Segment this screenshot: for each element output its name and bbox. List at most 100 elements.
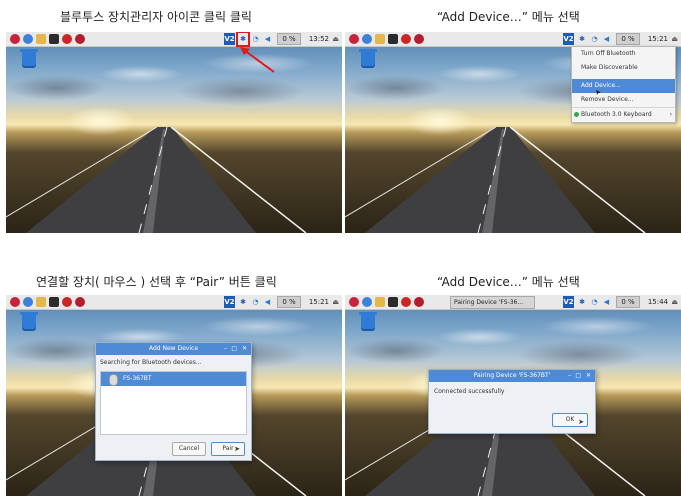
menu-item-bluetooth-3-0-keyboard[interactable]: › Bluetooth 3.0 Keyboard xyxy=(572,107,675,122)
eject-icon[interactable]: ⏏ xyxy=(671,33,678,45)
pair-button[interactable]: Pair ➤ xyxy=(211,442,245,456)
terminal-icon[interactable] xyxy=(388,34,398,44)
wifi-icon[interactable]: ◔ xyxy=(251,296,260,308)
browser-icon[interactable] xyxy=(362,297,372,307)
dialog-title: Pairing Device 'FS-367BT' xyxy=(473,372,551,379)
screenshot-step-1: V2 ✱ ◔ ◀ 0 % 13:52 ⏏ xyxy=(6,32,342,233)
mathematica-icon[interactable] xyxy=(414,297,424,307)
connected-check-icon xyxy=(574,112,579,117)
vnc-icon[interactable]: V2 xyxy=(224,33,235,45)
taskbar: V2 ✱ ◔ ◀ 0 % 15:21 ⏏ xyxy=(6,295,342,310)
close-icon[interactable]: ✕ xyxy=(242,343,247,355)
screenshot-step-2: V2 ✱ ◔ ◀ 0 % 15:21 ⏏ Turn Off Bluetooth Make Di… xyxy=(345,32,681,233)
pointer-arrow xyxy=(240,47,275,73)
wifi-icon[interactable]: ◔ xyxy=(590,296,599,308)
menu-item-label: Turn Off Bluetooth xyxy=(581,50,636,57)
eject-icon[interactable]: ⏏ xyxy=(332,296,339,308)
browser-icon[interactable] xyxy=(362,34,372,44)
wolfram-icon[interactable] xyxy=(401,297,411,307)
trash-icon[interactable] xyxy=(20,312,38,331)
cpu-usage-indicator: 0 % xyxy=(616,33,640,45)
mouse-cursor-icon: ➤ xyxy=(578,418,584,426)
submenu-chevron-icon: › xyxy=(669,111,672,118)
menu-item-label: Make Discoverable xyxy=(581,64,638,71)
folder-icon[interactable] xyxy=(375,297,385,307)
cancel-button[interactable]: Cancel xyxy=(172,442,206,456)
pairing-device-dialog: Pairing Device 'FS-367BT' ✕ □ – Connected su… xyxy=(428,369,596,434)
vnc-icon[interactable]: V2 xyxy=(224,296,235,308)
eject-icon[interactable]: ⏏ xyxy=(332,33,339,45)
eject-icon[interactable]: ⏏ xyxy=(671,296,678,308)
vnc-icon[interactable]: V2 xyxy=(563,296,574,308)
raspberry-menu-icon[interactable] xyxy=(10,297,20,307)
close-icon[interactable]: ✕ xyxy=(586,370,591,382)
raspberry-menu-icon[interactable] xyxy=(349,297,359,307)
bluetooth-highlight-box xyxy=(236,32,250,47)
raspberry-menu-icon[interactable] xyxy=(349,34,359,44)
taskbar: V2 ✱ ◔ ◀ 0 % 13:52 ⏏ xyxy=(6,32,342,47)
bluetooth-menu: Turn Off Bluetooth Make Discoverable Add D… xyxy=(571,46,676,123)
trash-icon[interactable] xyxy=(359,49,377,68)
folder-icon[interactable] xyxy=(36,297,46,307)
menu-item-add-device[interactable]: Add Device... xyxy=(572,79,675,93)
menu-item-label: Bluetooth 3.0 Keyboard xyxy=(581,111,652,118)
device-name: FS-367BT xyxy=(123,375,152,382)
cpu-usage-indicator: 0 % xyxy=(277,296,301,308)
dialog-title-bar: Pairing Device 'FS-367BT' ✕ □ – xyxy=(429,370,595,382)
browser-icon[interactable] xyxy=(23,34,33,44)
clock[interactable]: 15:44 xyxy=(648,296,668,308)
mouse-cursor-icon: ➤ xyxy=(234,445,240,453)
wolfram-icon[interactable] xyxy=(62,297,72,307)
wolfram-icon[interactable] xyxy=(401,34,411,44)
taskbar-window-button[interactable]: Pairing Device 'FS-36... xyxy=(450,296,535,309)
volume-icon[interactable]: ◀ xyxy=(602,296,611,308)
trash-icon[interactable] xyxy=(20,49,38,68)
screenshot-step-3: V2 ✱ ◔ ◀ 0 % 15:21 ⏏ Add New Device ✕ □ – Searchin… xyxy=(6,295,342,496)
terminal-icon[interactable] xyxy=(49,297,59,307)
wifi-icon[interactable]: ◔ xyxy=(590,33,599,45)
vnc-icon[interactable]: V2 xyxy=(563,33,574,45)
menu-item-make-discoverable[interactable]: Make Discoverable xyxy=(572,61,675,75)
searching-status: Searching for Bluetooth devices... xyxy=(100,359,202,366)
browser-icon[interactable] xyxy=(23,297,33,307)
volume-icon[interactable]: ◀ xyxy=(263,33,272,45)
taskbar-window-label: Pairing Device 'FS-36... xyxy=(454,299,524,306)
minimize-icon[interactable]: – xyxy=(568,370,571,382)
bluetooth-icon[interactable]: ✱ xyxy=(239,296,247,308)
minimize-icon[interactable]: – xyxy=(224,343,227,355)
device-list: FS-367BT xyxy=(100,371,247,435)
mouse-icon xyxy=(109,374,118,386)
wifi-icon[interactable]: ◔ xyxy=(251,33,260,45)
pair-button-label: Pair xyxy=(222,445,234,452)
screenshot-step-4: V2 ✱ ◔ ◀ 0 % 15:44 ⏏ Pairing Device 'FS-36... P… xyxy=(345,295,681,496)
clock[interactable]: 13:52 xyxy=(309,33,329,45)
pairing-message: Connected successfully xyxy=(434,388,505,395)
clock[interactable]: 15:21 xyxy=(309,296,329,308)
taskbar: V2 ✱ ◔ ◀ 0 % 15:21 ⏏ xyxy=(345,32,681,47)
maximize-icon[interactable]: □ xyxy=(231,343,237,355)
wolfram-icon[interactable] xyxy=(62,34,72,44)
terminal-icon[interactable] xyxy=(49,34,59,44)
raspberry-menu-icon[interactable] xyxy=(10,34,20,44)
caption-step-1: 블루투스 장치관리자 아이콘 클릭 클릭 xyxy=(60,10,252,24)
trash-icon[interactable] xyxy=(359,312,377,331)
mathematica-icon[interactable] xyxy=(75,297,85,307)
volume-icon[interactable]: ◀ xyxy=(602,33,611,45)
clock[interactable]: 15:21 xyxy=(648,33,668,45)
folder-icon[interactable] xyxy=(375,34,385,44)
mathematica-icon[interactable] xyxy=(414,34,424,44)
maximize-icon[interactable]: □ xyxy=(575,370,581,382)
menu-item-turn-off-bluetooth[interactable]: Turn Off Bluetooth xyxy=(572,47,675,61)
volume-icon[interactable]: ◀ xyxy=(263,296,272,308)
device-list-item-fs-367bt[interactable]: FS-367BT xyxy=(101,372,246,386)
caption-step-4: “Add Device…” 메뉴 선택 xyxy=(437,275,580,289)
bluetooth-icon[interactable]: ✱ xyxy=(578,296,586,308)
add-new-device-dialog: Add New Device ✕ □ – Searching for Bluetooth… xyxy=(95,342,252,461)
cpu-usage-indicator: 0 % xyxy=(616,296,640,308)
mathematica-icon[interactable] xyxy=(75,34,85,44)
bluetooth-icon[interactable]: ✱ xyxy=(578,33,586,45)
menu-item-remove-device[interactable]: Remove Device... xyxy=(572,93,675,107)
terminal-icon[interactable] xyxy=(388,297,398,307)
folder-icon[interactable] xyxy=(36,34,46,44)
ok-button[interactable]: OK ➤ xyxy=(552,413,588,427)
